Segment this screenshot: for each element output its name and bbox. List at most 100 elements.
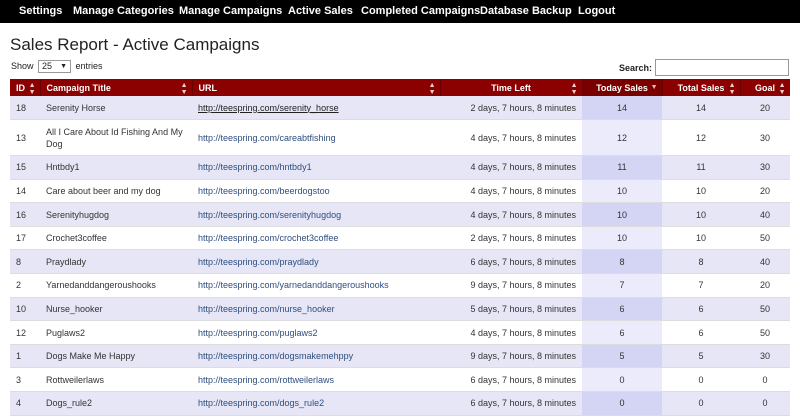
campaign-url-link[interactable]: http://teespring.com/serenityhugdog: [198, 210, 341, 220]
sort-icon: ▲ ▼: [428, 82, 436, 96]
nav-manage-categories[interactable]: Manage Categories: [73, 0, 174, 23]
table-body: 18 Serenity Horse http://teespring.com/ser…: [10, 96, 790, 416]
cell-goal: 30: [740, 119, 790, 157]
cell-goal: 30: [740, 344, 790, 369]
column-header-goal[interactable]: Goal ▲ ▼: [740, 79, 790, 96]
cell-today-sales: 6: [582, 297, 662, 322]
campaign-url-link[interactable]: http://teespring.com/crochet3coffee: [198, 233, 338, 243]
cell-goal: 0: [740, 367, 790, 393]
cell-time-left: 4 days, 7 hours, 8 minutes: [440, 179, 582, 204]
cell-campaign-title: Puglaws2: [40, 320, 192, 345]
cell-url: http://teespring.com/puglaws2: [192, 320, 440, 345]
cell-time-left: 4 days, 7 hours, 8 minutes: [440, 202, 582, 227]
cell-campaign-title: Dogs Make Me Happy: [40, 344, 192, 369]
cell-time-left: 4 days, 7 hours, 8 minutes: [440, 119, 582, 157]
cell-total-sales: 8: [662, 249, 740, 275]
sales-report-table: ID ▲ ▼ Campaign Title ▲ ▼ URL ▲ ▼ Time Left ▲ ▼ …: [10, 79, 790, 416]
nav-completed-campaigns[interactable]: Completed Campaigns: [361, 0, 480, 23]
campaign-url-link[interactable]: http://teespring.com/hntbdy1: [198, 162, 312, 172]
cell-url: http://teespring.com/serenity_horse: [192, 96, 440, 121]
cell-today-sales: 6: [582, 320, 662, 345]
page-title: Sales Report - Active Campaigns: [10, 35, 260, 54]
cell-campaign-title: Yarnedanddangeroushooks: [40, 273, 192, 298]
cell-url: http://teespring.com/praydlady: [192, 249, 440, 275]
cell-time-left: 2 days, 7 hours, 8 minutes: [440, 226, 582, 251]
cell-id: 3: [10, 367, 40, 393]
table-row: 13 All I Care About Id Fishing And My Dog…: [10, 119, 790, 157]
cell-time-left: 4 days, 7 hours, 8 minutes: [440, 320, 582, 345]
chevron-down-icon: ▼: [60, 63, 68, 70]
cell-goal: 50: [740, 320, 790, 345]
sort-desc-icon: ▼: [650, 84, 658, 91]
cell-id: 14: [10, 179, 40, 204]
cell-campaign-title: Care about beer and my dog: [40, 179, 192, 204]
table-row: 3 Rottweilerlaws http://teespring.com/rott…: [10, 367, 790, 393]
cell-campaign-title: Serenity Horse: [40, 96, 192, 121]
cell-goal: 0: [740, 391, 790, 416]
cell-goal: 20: [740, 179, 790, 204]
cell-total-sales: 11: [662, 155, 740, 180]
cell-today-sales: 7: [582, 273, 662, 298]
table-header-row: ID ▲ ▼ Campaign Title ▲ ▼ URL ▲ ▼ Time Left ▲ ▼ …: [10, 79, 790, 96]
campaign-url-link[interactable]: http://teespring.com/nurse_hooker: [198, 304, 335, 314]
cell-time-left: 4 days, 7 hours, 8 minutes: [440, 155, 582, 180]
column-header-total-sales[interactable]: Total Sales ▲ ▼: [662, 79, 741, 96]
nav-manage-campaigns[interactable]: Manage Campaigns: [179, 0, 282, 23]
entries-label: entries: [75, 61, 103, 71]
search-input[interactable]: [655, 59, 789, 76]
campaign-url-link[interactable]: http://teespring.com/serenity_horse: [198, 103, 339, 113]
cell-goal: 50: [740, 226, 790, 251]
cell-campaign-title: Hntbdy1: [40, 155, 192, 180]
nav-settings[interactable]: Settings: [19, 0, 62, 23]
table-row: 4 Dogs_rule2 http://teespring.com/dogs_rul…: [10, 391, 790, 416]
entries-length-select[interactable]: 25 ▼: [38, 60, 72, 73]
column-header-id[interactable]: ID ▲ ▼: [10, 79, 41, 96]
cell-today-sales: 0: [582, 367, 662, 393]
column-header-campaign-title[interactable]: Campaign Title ▲ ▼: [40, 79, 193, 96]
cell-url: http://teespring.com/serenityhugdog: [192, 202, 440, 227]
nav-active-sales[interactable]: Active Sales: [288, 0, 353, 23]
cell-time-left: 2 days, 7 hours, 8 minutes: [440, 96, 582, 121]
campaign-url-link[interactable]: http://teespring.com/puglaws2: [198, 328, 318, 338]
column-header-today-sales[interactable]: Today Sales ▼: [582, 79, 663, 96]
cell-url: http://teespring.com/beerdogstoo: [192, 179, 440, 204]
cell-today-sales: 10: [582, 179, 662, 204]
nav-logout[interactable]: Logout: [578, 0, 615, 23]
search-label: Search:: [619, 63, 653, 73]
cell-id: 2: [10, 273, 40, 298]
cell-goal: 20: [740, 96, 790, 121]
cell-id: 15: [10, 155, 40, 180]
table-row: 16 Serenityhugdog http://teespring.com/ser…: [10, 202, 790, 227]
cell-total-sales: 10: [662, 202, 740, 227]
cell-total-sales: 7: [662, 273, 740, 298]
cell-total-sales: 0: [662, 391, 740, 416]
campaign-url-link[interactable]: http://teespring.com/rottweilerlaws: [198, 375, 334, 385]
campaign-url-link[interactable]: http://teespring.com/yarnedanddangeroush…: [198, 280, 389, 290]
cell-id: 10: [10, 297, 40, 322]
campaign-url-link[interactable]: http://teespring.com/careabtfishing: [198, 133, 336, 143]
cell-id: 17: [10, 226, 40, 251]
cell-id: 8: [10, 249, 40, 275]
cell-time-left: 5 days, 7 hours, 8 minutes: [440, 297, 582, 322]
cell-time-left: 6 days, 7 hours, 8 minutes: [440, 367, 582, 393]
campaign-url-link[interactable]: http://teespring.com/beerdogstoo: [198, 186, 330, 196]
column-header-url[interactable]: URL ▲ ▼: [192, 79, 441, 96]
cell-id: 12: [10, 320, 40, 345]
campaign-url-link[interactable]: http://teespring.com/dogsmakemehppy: [198, 351, 353, 361]
cell-campaign-title: Praydlady: [40, 249, 192, 275]
cell-today-sales: 0: [582, 391, 662, 416]
show-label: Show: [11, 61, 34, 71]
entries-length-value: 25: [42, 61, 53, 71]
nav-database-backup[interactable]: Database Backup: [480, 0, 572, 23]
cell-total-sales: 12: [662, 119, 740, 157]
table-row: 18 Serenity Horse http://teespring.com/ser…: [10, 96, 790, 121]
cell-total-sales: 6: [662, 320, 740, 345]
campaign-url-link[interactable]: http://teespring.com/praydlady: [198, 257, 319, 267]
campaign-url-link[interactable]: http://teespring.com/dogs_rule2: [198, 398, 324, 408]
cell-goal: 40: [740, 202, 790, 227]
column-header-time-left[interactable]: Time Left ▲ ▼: [440, 79, 583, 96]
cell-campaign-title: Serenityhugdog: [40, 202, 192, 227]
cell-today-sales: 10: [582, 226, 662, 251]
cell-url: http://teespring.com/rottweilerlaws: [192, 367, 440, 393]
sort-icon: ▲ ▼: [180, 82, 188, 96]
